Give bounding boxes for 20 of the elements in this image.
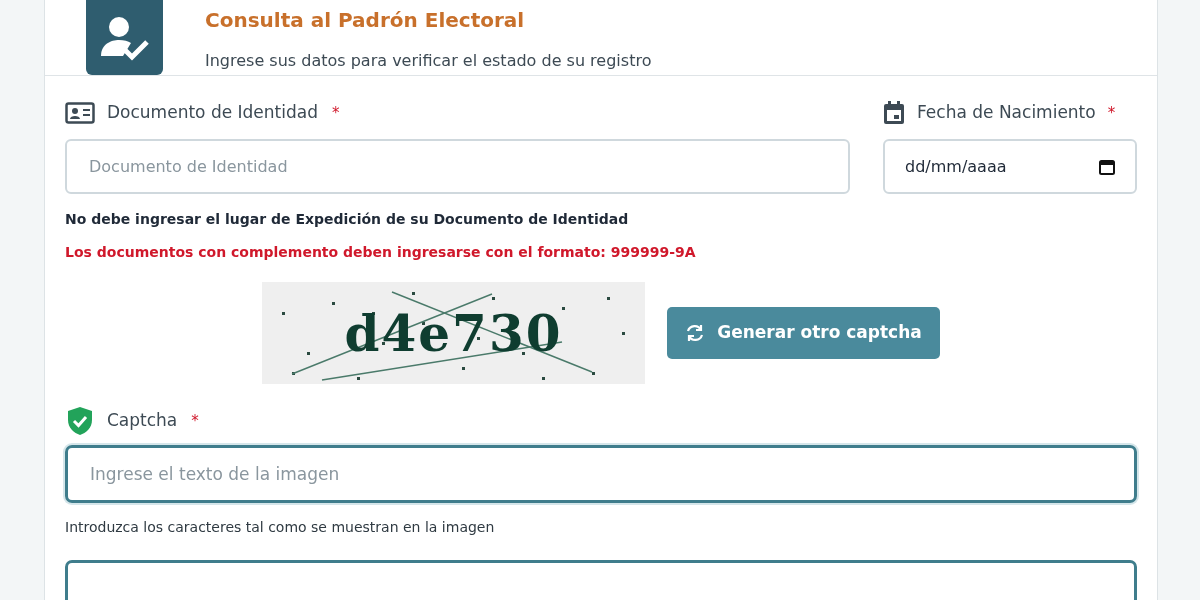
required-mark: * bbox=[191, 410, 199, 432]
refresh-captcha-button[interactable]: Generar otro captcha bbox=[667, 307, 940, 359]
captcha-input-field[interactable]: Ingrese el texto de la imagen bbox=[65, 445, 1137, 503]
document-input-field[interactable]: Documento de Identidad bbox=[65, 139, 850, 194]
calendar-icon bbox=[883, 101, 905, 125]
field-label: Fecha de Nacimiento bbox=[917, 101, 1096, 125]
hint-text: Los documentos con complemento deben ingresarse con el formato: 999999-9A bbox=[65, 243, 697, 262]
hint-text: No debe ingresar el lugar de Expedición de su Documento de Identidad bbox=[65, 210, 630, 229]
help-text: Introduzca los caracteres tal como se muestran en la imagen bbox=[65, 518, 496, 537]
page-subtitle: Ingrese sus datos para verificar el estado de su registro bbox=[205, 50, 652, 72]
id-card-icon bbox=[65, 102, 95, 124]
field-label: Captcha bbox=[107, 409, 178, 433]
required-mark: * bbox=[1107, 102, 1116, 124]
shield-check-icon bbox=[67, 406, 93, 436]
calendar-icon bbox=[1099, 158, 1115, 175]
date-input-field[interactable]: dd/mm/aaaa bbox=[883, 139, 1137, 194]
field-label: Documento de Identidad bbox=[107, 101, 318, 125]
page-title: Consulta al Padrón Electoral bbox=[205, 7, 526, 34]
required-mark: * bbox=[331, 102, 340, 124]
refresh-icon bbox=[685, 323, 706, 343]
